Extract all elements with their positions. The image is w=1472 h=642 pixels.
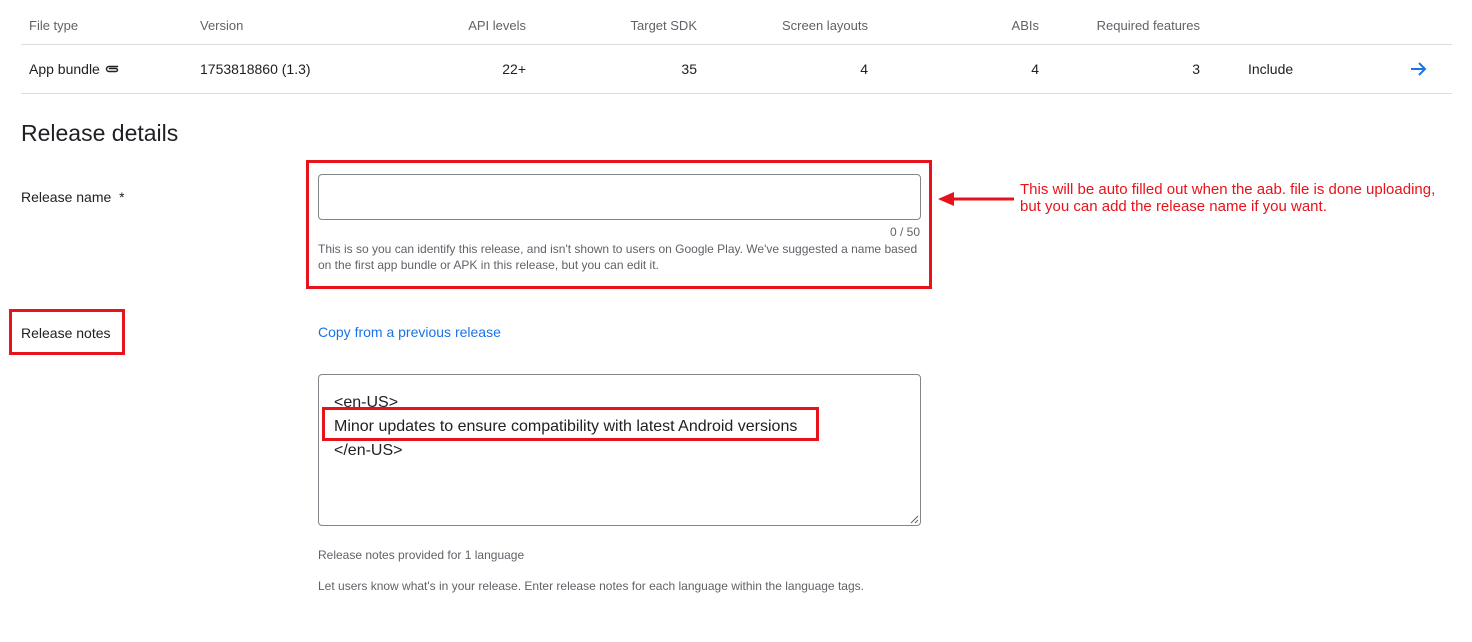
table-header-divider (21, 44, 1452, 45)
release-name-helper-text: This is so you can identify this release… (318, 242, 918, 272)
release-name-label-text: Release name (21, 189, 112, 205)
release-notes-textarea[interactable]: <en-US> Minor updates to ensure compatib… (318, 374, 921, 526)
required-marker: * (119, 189, 125, 205)
copy-from-previous-release-link[interactable]: Copy from a previous release (318, 324, 501, 340)
column-header-api-levels: API levels (468, 18, 526, 33)
column-header-target-sdk: Target SDK (630, 18, 697, 33)
include-status: Include (1248, 61, 1294, 77)
column-header-required-features: Required features (1096, 18, 1200, 33)
screen-layouts-cell: 4 (860, 61, 868, 77)
column-header-version: Version (200, 18, 244, 33)
notes-line-content: Minor updates to ensure compatibility wi… (334, 418, 798, 435)
notes-line-close-tag: </en-US> (334, 442, 403, 459)
target-sdk-cell: 35 (681, 61, 697, 77)
column-header-file-type: File type (29, 18, 79, 33)
arrow-right-icon[interactable] (1410, 61, 1428, 77)
column-header-abis: ABIs (1011, 18, 1039, 33)
version-cell: 1753818860 (1.3) (200, 61, 311, 77)
annotation-arrow-icon (938, 192, 1014, 206)
release-notes-label: Release notes (21, 325, 111, 341)
table-row-divider (21, 93, 1452, 94)
api-levels-cell: 22+ (502, 61, 526, 77)
release-name-input[interactable] (318, 174, 921, 220)
paperclip-icon (105, 65, 119, 73)
column-header-screen-layouts: Screen layouts (782, 18, 868, 33)
file-type-label: App bundle (29, 61, 100, 77)
notes-instructions: Let users know what's in your release. E… (318, 579, 864, 593)
file-type-cell: App bundle (29, 61, 120, 77)
required-features-cell: 3 (1192, 61, 1200, 77)
notes-language-count: Release notes provided for 1 language (318, 548, 525, 562)
resize-grip-icon[interactable] (909, 514, 919, 524)
release-name-label: Release name * (21, 189, 125, 205)
notes-line-open-tag: <en-US> (334, 394, 399, 411)
section-title: Release details (21, 120, 179, 146)
annotation-text: This will be auto filled out when the aa… (1020, 181, 1436, 215)
abis-cell: 4 (1031, 61, 1039, 77)
character-counter: 0 / 50 (889, 225, 920, 239)
